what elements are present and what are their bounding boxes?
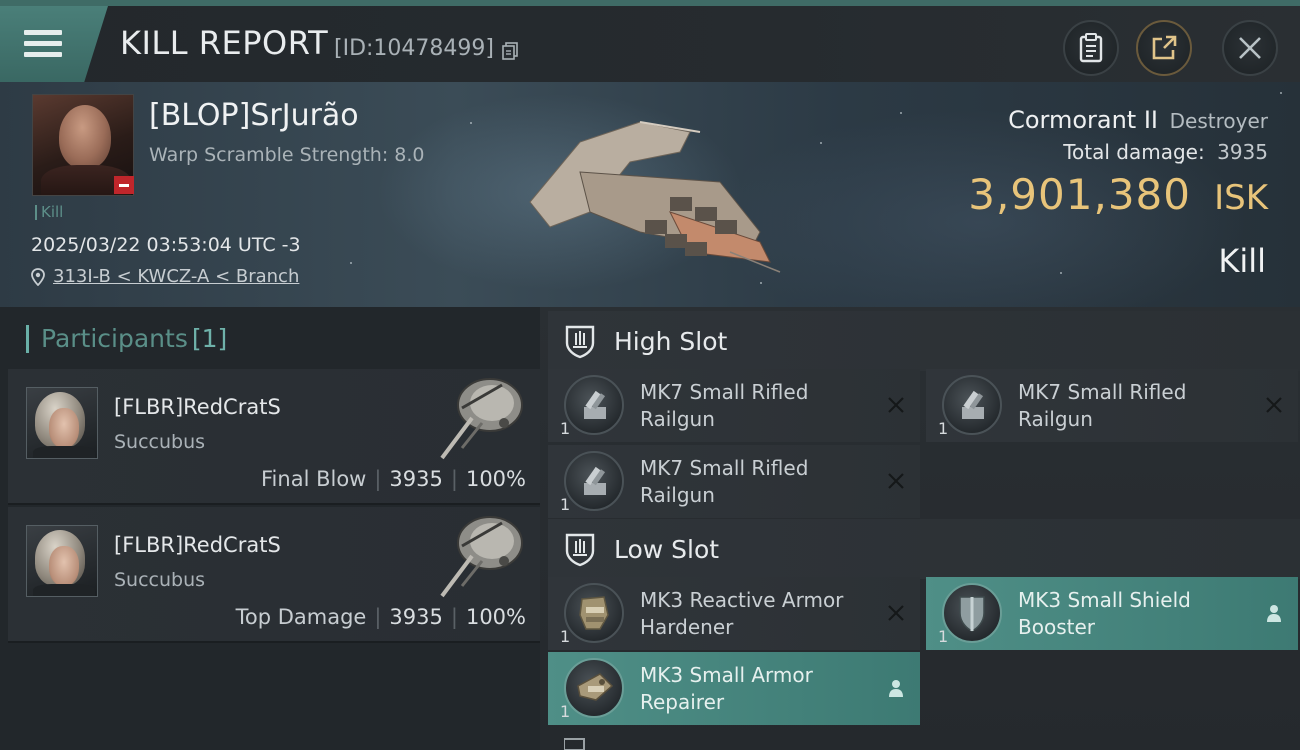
participant-avatar[interactable] [26, 387, 98, 459]
module-item[interactable]: 1 MK3 Small Armor Repairer [548, 652, 920, 725]
low-slot-label: Low Slot [614, 534, 720, 564]
module-name: MK7 Small Rifled Railgun [1018, 380, 1187, 431]
participant-stats: Final Blow | 3935 | 100% [261, 467, 526, 491]
shield-slot-icon [565, 533, 595, 567]
isk-value: 3,901,380 ISK [968, 170, 1268, 219]
participant-damage: 3935 [389, 467, 443, 491]
page-title: KILL REPORT [120, 24, 329, 62]
participant-role: Final Blow [261, 467, 367, 491]
participant-damage: 3935 [389, 605, 443, 629]
fitting-panel: High Slot 1 MK7 Small Rifled Railgun 1 MK… [540, 307, 1300, 750]
participants-panel: Participants [1] [FLBR]RedCratS Succubus … [0, 307, 540, 750]
module-name: MK7 Small Rifled Railgun [640, 380, 809, 431]
kill-timestamp: 2025/03/22 03:53:04 UTC -3 [31, 234, 301, 256]
victim-ship: Cormorant II Destroyer [1008, 106, 1268, 134]
module-name: MK3 Reactive Armor Hardener [640, 588, 844, 639]
close-button[interactable] [1222, 20, 1278, 76]
high-slot-label: High Slot [614, 326, 728, 356]
module-quantity: 1 [938, 419, 949, 438]
report-id: [ID:10478499] [334, 36, 494, 61]
victim-ship-image [529, 121, 781, 273]
share-icon [1152, 35, 1177, 60]
destroyed-badge [114, 176, 134, 194]
location-pin-icon [31, 267, 45, 286]
location-text[interactable]: 313I-B < KWCZ-A < Branch [53, 266, 299, 287]
victim-banner: [BLOP]SrJurão Warp Scramble Strength: 8.… [0, 82, 1300, 307]
top-bar: KILL REPORT [ID:10478499] [0, 0, 1300, 82]
isk-unit: ISK [1214, 178, 1268, 218]
module-item[interactable]: 1 MK7 Small Rifled Railgun [548, 369, 920, 442]
participant-role: Top Damage [235, 605, 367, 629]
participant-ship: Succubus [114, 569, 206, 591]
module-name: MK3 Small Armor Repairer [640, 663, 813, 714]
participants-count: [1] [191, 324, 228, 353]
module-item[interactable]: 1 MK3 Reactive Armor Hardener [548, 577, 920, 650]
participant-percent: 100% [465, 605, 526, 629]
participants-header: Participants [1] [26, 325, 227, 353]
clipboard-icon [1079, 33, 1103, 63]
kill-tag: Kill [35, 205, 63, 220]
next-section-header-partial [564, 738, 585, 750]
module-quantity: 1 [560, 419, 571, 438]
railgun-icon [564, 451, 624, 511]
menu-button[interactable] [0, 6, 108, 82]
victim-ship-class: Destroyer [1169, 109, 1268, 133]
shield-slot-icon [565, 325, 595, 359]
participant-avatar[interactable] [26, 525, 98, 597]
clipboard-button[interactable] [1063, 20, 1119, 76]
participant-row[interactable]: [FLBR]RedCratS Succubus Top Damage | 3935 |… [8, 507, 540, 643]
participants-title: Participants [41, 324, 188, 353]
module-name: MK3 Small Shield Booster [1018, 588, 1191, 639]
high-slot-header: High Slot [548, 311, 1300, 371]
module-item[interactable]: 1 MK7 Small Rifled Railgun [926, 369, 1298, 442]
participant-stats: Top Damage | 3935 | 100% [235, 605, 526, 629]
low-slot-header: Low Slot [548, 519, 1300, 579]
destroyed-x-icon [888, 473, 904, 489]
location-link[interactable]: 313I-B < KWCZ-A < Branch [31, 266, 299, 287]
total-damage: Total damage: 3935 [1063, 140, 1268, 164]
participant-ship-image [440, 378, 523, 460]
module-quantity: 1 [560, 627, 571, 646]
warp-scramble-strength: Warp Scramble Strength: 8.0 [149, 144, 425, 166]
copy-icon[interactable] [502, 42, 518, 60]
module-quantity: 1 [560, 495, 571, 514]
destroyed-x-icon [1266, 397, 1282, 413]
dropped-person-icon [889, 680, 903, 697]
module-item[interactable]: 1 MK3 Small Shield Booster [926, 577, 1298, 650]
armor-hardener-icon [564, 583, 624, 643]
module-quantity: 1 [938, 627, 949, 646]
module-name: MK7 Small Rifled Railgun [640, 456, 809, 507]
module-item[interactable]: 1 MK7 Small Rifled Railgun [548, 445, 920, 518]
result-label: Kill [1218, 242, 1266, 280]
module-quantity: 1 [560, 702, 571, 721]
close-icon [1239, 37, 1261, 59]
total-damage-value: 3935 [1217, 140, 1268, 164]
destroyed-x-icon [888, 397, 904, 413]
participant-row[interactable]: [FLBR]RedCratS Succubus Final Blow | 3935 |… [8, 369, 540, 505]
destroyed-x-icon [888, 605, 904, 621]
share-button[interactable] [1136, 20, 1192, 76]
railgun-icon [564, 375, 624, 435]
dropped-person-icon [1267, 605, 1281, 622]
participant-name: [FLBR]RedCratS [114, 533, 281, 557]
victim-name[interactable]: [BLOP]SrJurão [149, 98, 359, 133]
participant-name: [FLBR]RedCratS [114, 395, 281, 419]
victim-ship-name: Cormorant II [1008, 106, 1158, 134]
total-damage-label: Total damage: [1063, 140, 1205, 164]
participant-percent: 100% [465, 467, 526, 491]
participant-ship: Succubus [114, 431, 206, 453]
isk-amount: 3,901,380 [968, 170, 1191, 219]
participant-ship-image [440, 516, 523, 598]
menu-icon [24, 29, 64, 59]
shield-booster-icon [942, 583, 1002, 643]
armor-repairer-icon [564, 658, 624, 718]
railgun-icon [942, 375, 1002, 435]
